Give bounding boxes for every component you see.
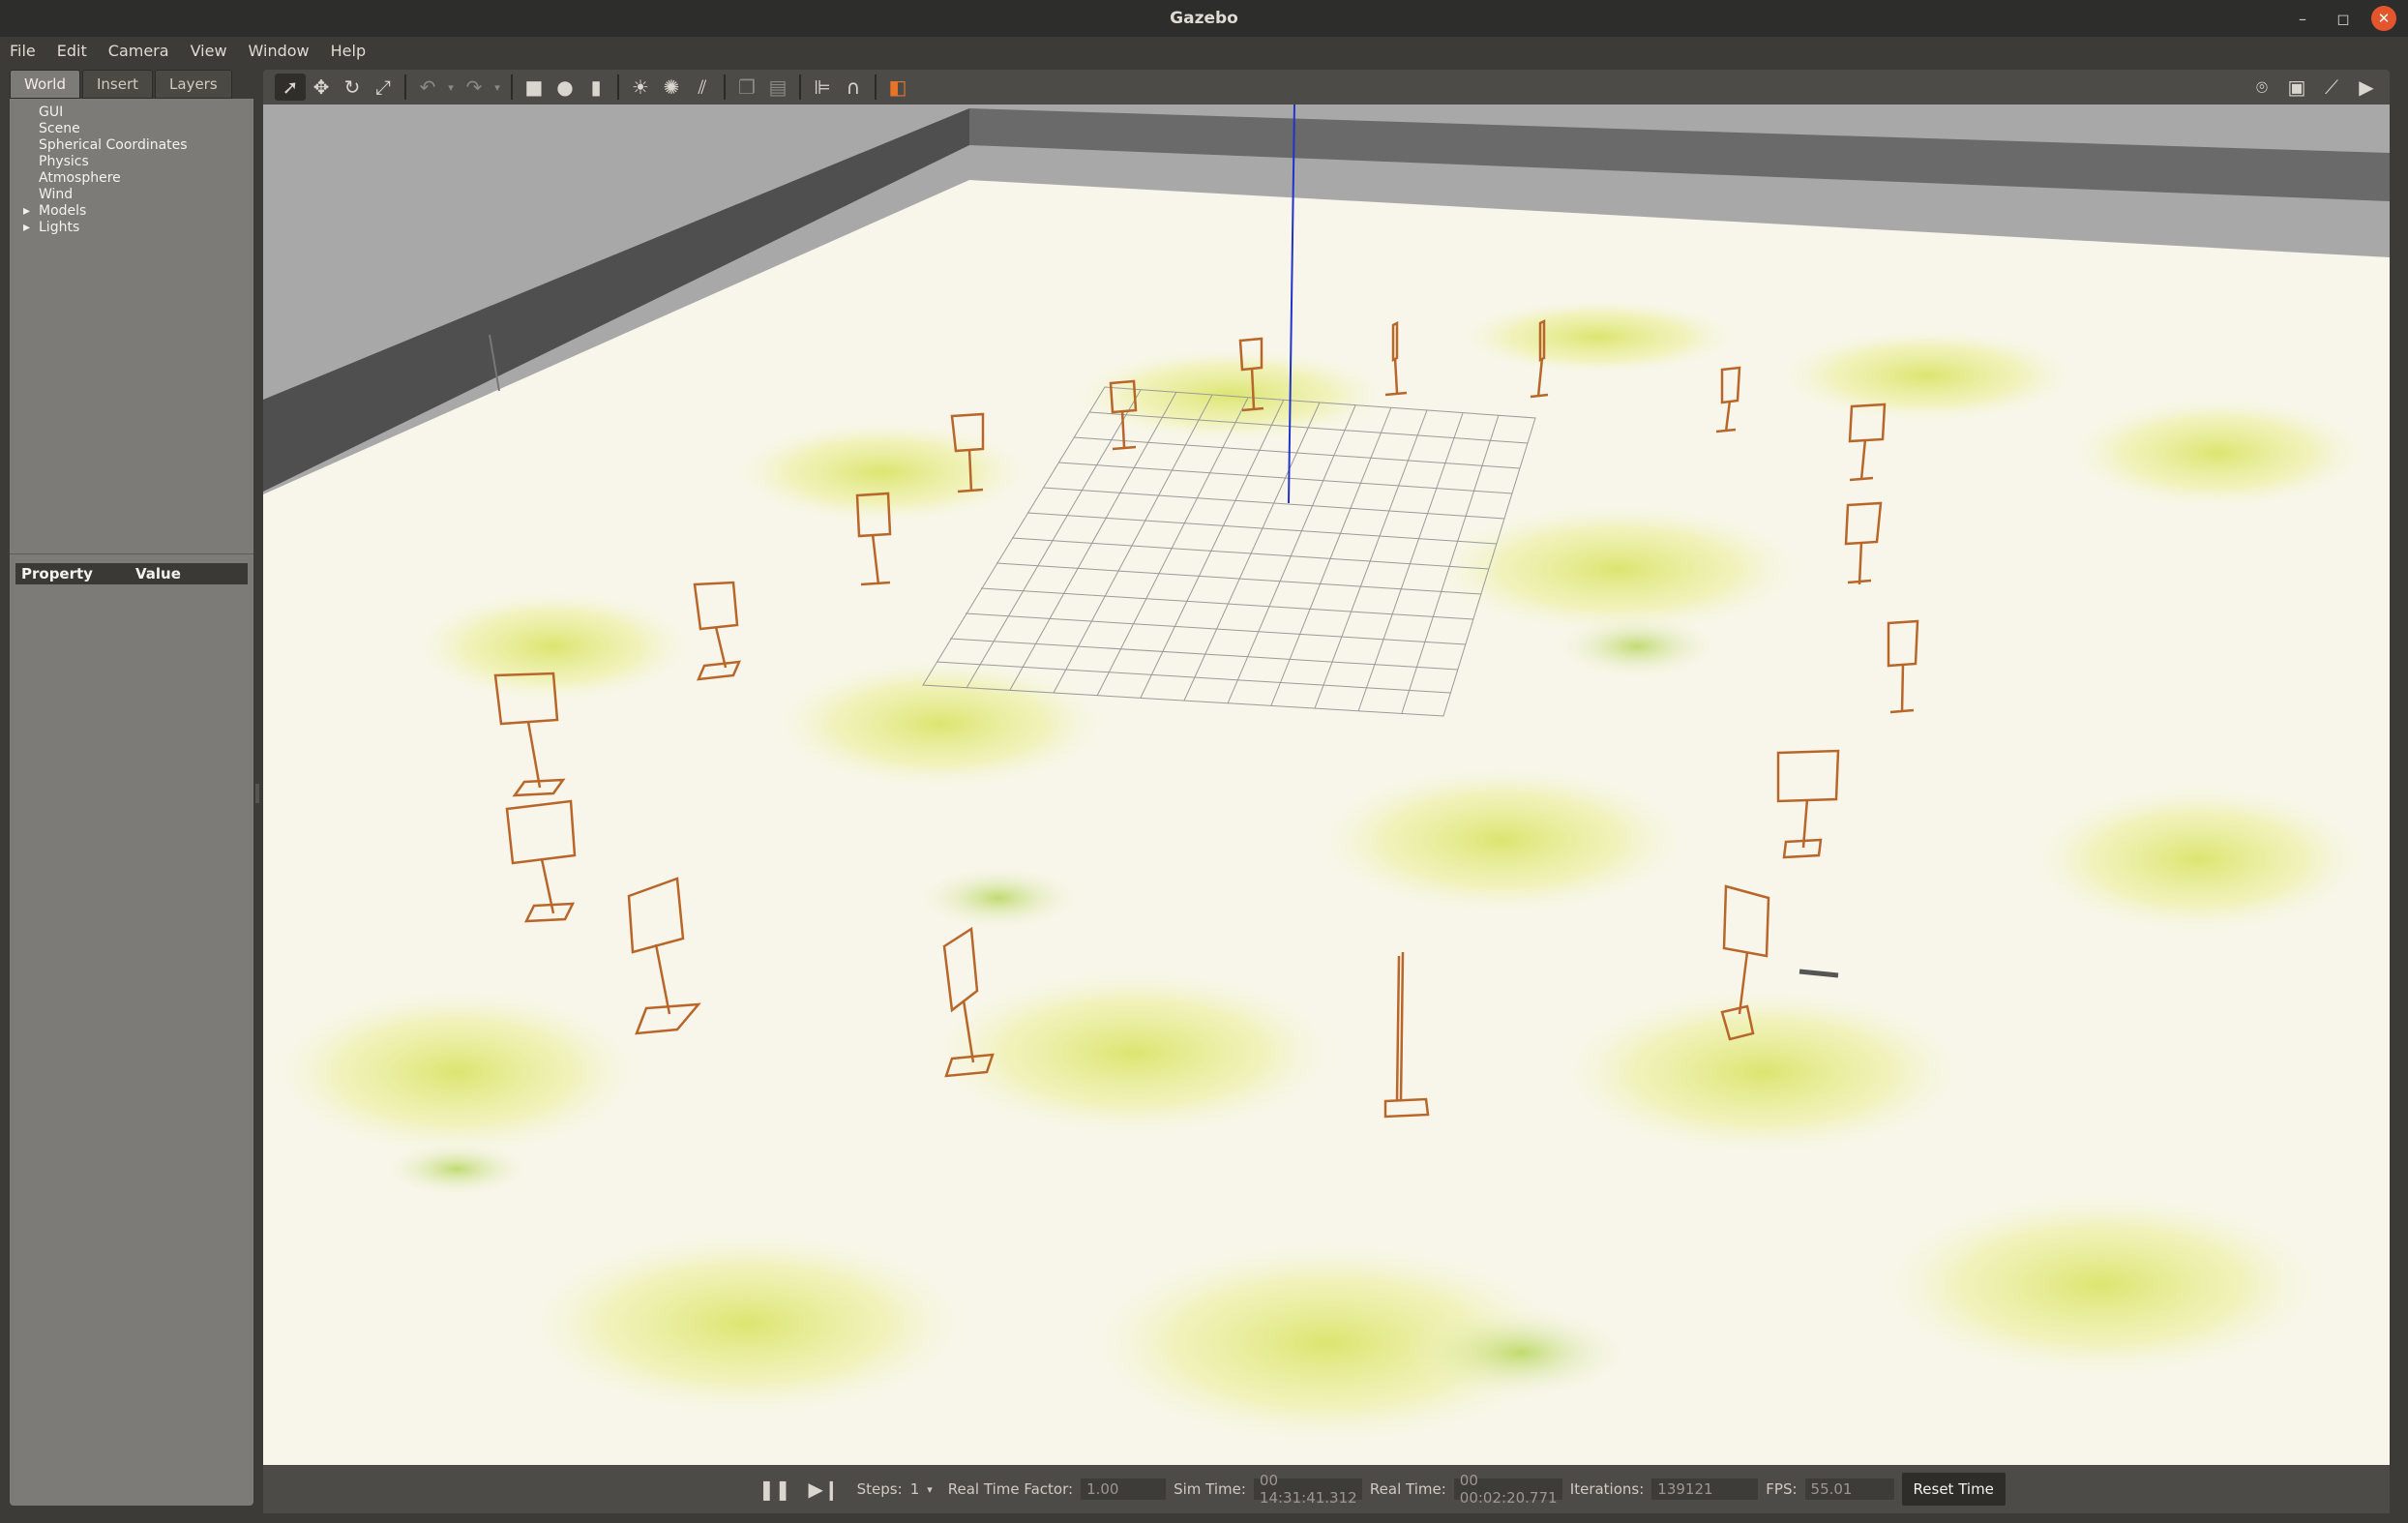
property-panel: Property Value — [10, 563, 253, 1506]
tree-item-scene[interactable]: Scene — [10, 121, 253, 137]
property-column-header: Property — [21, 565, 93, 582]
menu-file[interactable]: File — [10, 42, 36, 60]
rtf-label: Real Time Factor: — [947, 1480, 1074, 1498]
menu-bar: File Edit Camera View Window Help — [0, 37, 2408, 64]
step-icon[interactable]: ▶❙ — [809, 1478, 840, 1501]
toolbar-separator — [724, 75, 726, 100]
tab-world[interactable]: World — [10, 70, 80, 99]
toolbar-separator — [875, 75, 877, 100]
undo-dropdown-icon[interactable]: ▾ — [443, 74, 459, 101]
pause-icon[interactable]: ❚❚ — [758, 1478, 791, 1501]
reset-time-button[interactable]: Reset Time — [1901, 1473, 2006, 1506]
directional-light-icon[interactable]: ⫽ — [687, 74, 718, 101]
window-controls: – ◻ ✕ — [2290, 6, 2396, 31]
view-angle-icon[interactable]: ◧ — [882, 74, 913, 101]
paste-icon[interactable]: ▤ — [762, 74, 793, 101]
redo-dropdown-icon[interactable]: ▾ — [490, 74, 505, 101]
left-panel: World Insert Layers GUI Scene Spherical … — [10, 70, 253, 1511]
point-light-icon[interactable]: ☀ — [625, 74, 656, 101]
cylinder-icon[interactable]: ▮ — [580, 74, 611, 101]
menu-edit[interactable]: Edit — [57, 42, 87, 60]
menu-view[interactable]: View — [191, 42, 227, 60]
scene-render — [263, 105, 2390, 1465]
world-tree: GUI Scene Spherical Coordinates Physics … — [10, 99, 253, 553]
steps-value[interactable]: 1 — [910, 1480, 920, 1498]
select-icon[interactable]: ➚ — [275, 74, 306, 101]
tree-item-atmosphere[interactable]: Atmosphere — [10, 170, 253, 187]
snap-icon[interactable]: ∩ — [838, 74, 869, 101]
redo-icon[interactable]: ↷ — [459, 74, 490, 101]
undo-icon[interactable]: ↶ — [412, 74, 443, 101]
toolbar-separator — [511, 75, 513, 100]
toolbar-separator — [617, 75, 619, 100]
real-time-value: 00 00:02:20.771 — [1453, 1472, 1562, 1507]
value-column-header: Value — [135, 565, 181, 582]
minimize-icon[interactable]: – — [2290, 6, 2315, 31]
real-time-label: Real Time: — [1369, 1480, 1446, 1498]
spot-light-icon[interactable]: ✺ — [656, 74, 687, 101]
left-tabs: World Insert Layers — [10, 70, 253, 99]
toolbar-separator — [799, 75, 801, 100]
maximize-icon[interactable]: ◻ — [2331, 6, 2356, 31]
sphere-icon[interactable]: ● — [550, 74, 580, 101]
side-splitter-handle[interactable] — [255, 784, 259, 803]
menu-help[interactable]: Help — [331, 42, 366, 60]
3d-viewport[interactable] — [263, 105, 2390, 1465]
fps-value: 55.01 — [1804, 1478, 1894, 1500]
tree-item-lights[interactable]: Lights — [10, 220, 253, 236]
toolbar-separator — [404, 75, 406, 100]
tab-insert[interactable]: Insert — [82, 70, 154, 99]
right-edge — [2390, 70, 2408, 1513]
rtf-value: 1.00 — [1081, 1478, 1167, 1500]
title-bar: Gazebo – ◻ ✕ — [0, 0, 2408, 37]
scale-icon[interactable]: ⤢ — [368, 74, 399, 101]
toolbar-right: ⌾ ▣ ⟋ ▶ — [2246, 74, 2390, 101]
log-icon[interactable]: ▣ — [2281, 74, 2312, 101]
plot-icon[interactable]: ⟋ — [2316, 74, 2347, 101]
iterations-value: 139121 — [1651, 1478, 1759, 1500]
box-icon[interactable]: ■ — [519, 74, 550, 101]
iterations-label: Iterations: — [1569, 1480, 1645, 1498]
menu-window[interactable]: Window — [249, 42, 310, 60]
sim-time-value: 00 14:31:41.312 — [1253, 1472, 1362, 1507]
sim-time-label: Sim Time: — [1174, 1480, 1246, 1498]
steps-dropdown-icon[interactable]: ▾ — [927, 1483, 933, 1496]
fps-label: FPS: — [1766, 1480, 1798, 1498]
tree-item-spherical-coordinates[interactable]: Spherical Coordinates — [10, 137, 253, 154]
tree-item-gui[interactable]: GUI — [10, 105, 253, 121]
window-title: Gazebo — [1170, 9, 1238, 28]
panel-splitter[interactable] — [10, 553, 253, 563]
rotate-icon[interactable]: ↻ — [337, 74, 368, 101]
tree-item-wind[interactable]: Wind — [10, 187, 253, 203]
record-icon[interactable]: ▶ — [2351, 74, 2382, 101]
screenshot-icon[interactable]: ⌾ — [2246, 74, 2277, 101]
copy-icon[interactable]: ❐ — [731, 74, 762, 101]
toolbar: ➚ ✥ ↻ ⤢ ↶ ▾ ↷ ▾ ■ ● ▮ ☀ ✺ ⫽ ❐ ▤ ⊫ ∩ ◧ ⌾ … — [263, 70, 2390, 105]
tree-item-models[interactable]: Models — [10, 203, 253, 220]
tree-item-physics[interactable]: Physics — [10, 154, 253, 170]
steps-label: Steps: — [856, 1480, 903, 1498]
align-icon[interactable]: ⊫ — [807, 74, 838, 101]
status-bar: ❚❚ ▶❙ Steps: 1 ▾ Real Time Factor: 1.00 … — [263, 1465, 2390, 1513]
translate-icon[interactable]: ✥ — [306, 74, 337, 101]
property-header: Property Value — [15, 563, 248, 584]
menu-camera[interactable]: Camera — [108, 42, 169, 60]
tab-layers[interactable]: Layers — [155, 70, 232, 99]
close-icon[interactable]: ✕ — [2371, 6, 2396, 31]
